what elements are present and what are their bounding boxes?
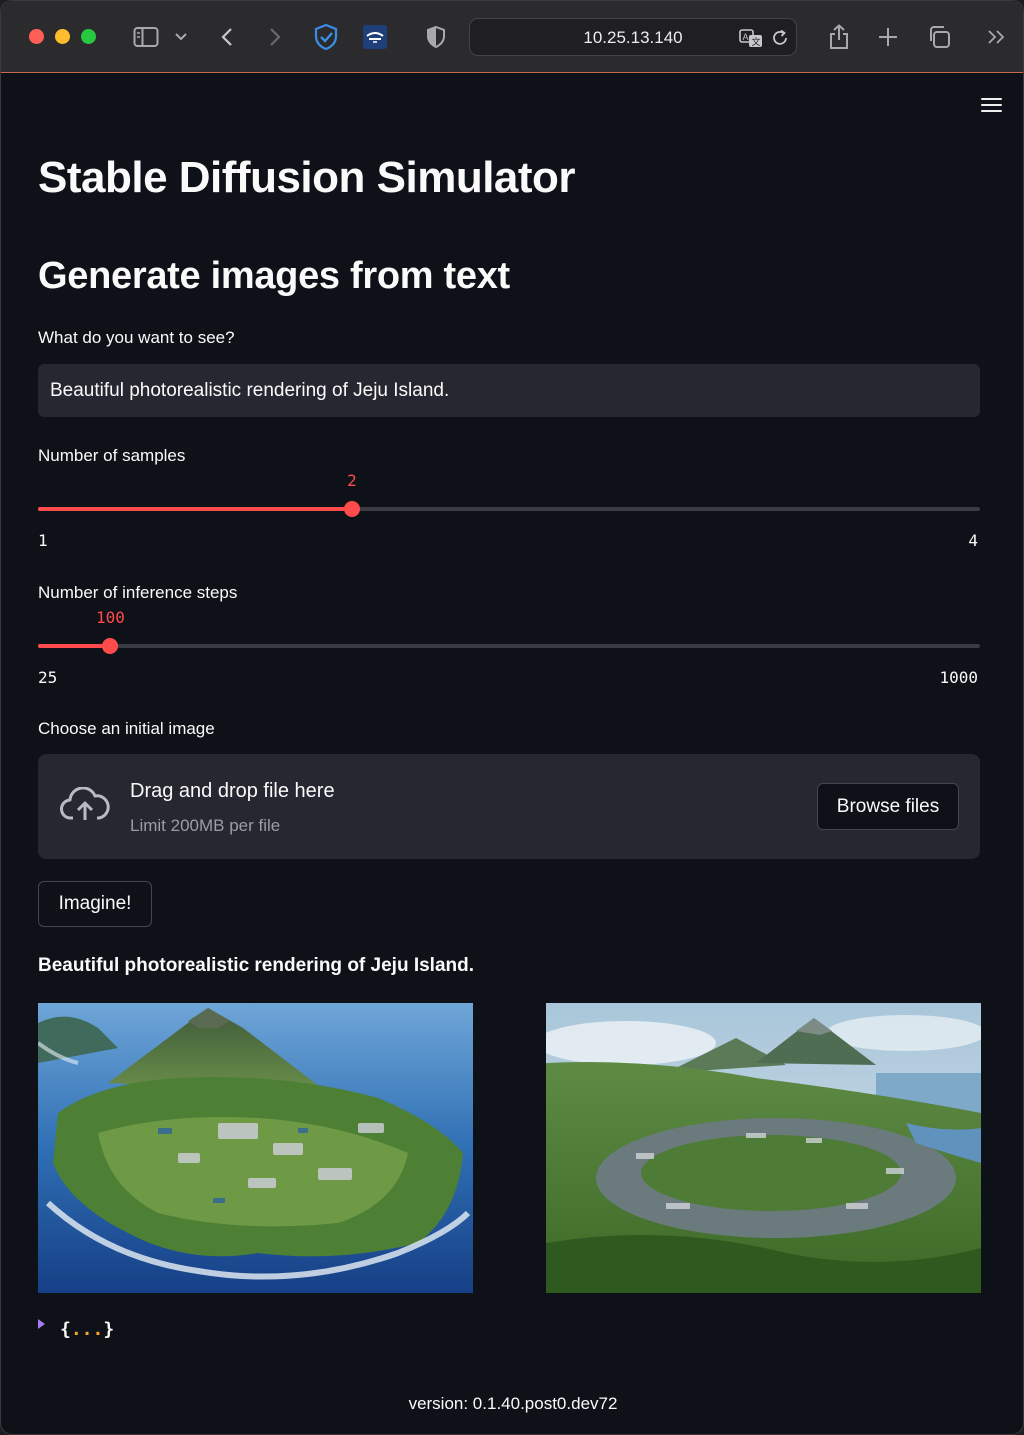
extension-icon[interactable]: [362, 23, 388, 51]
slider-value: 100: [96, 608, 125, 627]
translate-icon[interactable]: A文: [738, 24, 764, 52]
privacy-shield-icon[interactable]: [425, 23, 447, 51]
slider-track: [38, 644, 980, 648]
more-chevrons-icon[interactable]: [985, 23, 1009, 51]
sidebar-toggle-icon[interactable]: [132, 23, 160, 51]
reload-icon[interactable]: [770, 24, 790, 52]
result-caption: Beautiful photorealistic rendering of Je…: [38, 955, 475, 976]
back-arrow-icon[interactable]: [216, 23, 238, 51]
dropzone-title: Drag and drop file here: [130, 780, 335, 802]
json-ellipsis: ...: [70, 1319, 104, 1340]
browse-files-button[interactable]: Browse files: [817, 783, 959, 830]
file-dropzone[interactable]: Drag and drop file here Limit 200MB per …: [38, 754, 980, 859]
minimize-window-button[interactable]: [55, 29, 70, 44]
maximize-window-button[interactable]: [81, 29, 96, 44]
address-bar[interactable]: 10.25.13.140 A文: [469, 18, 797, 56]
samples-max: 4: [968, 531, 978, 550]
svg-text:A: A: [743, 32, 749, 42]
prompt-label: What do you want to see?: [38, 328, 235, 347]
uploader-label: Choose an initial image: [38, 719, 215, 738]
version-footer: version: 0.1.40.post0.dev72: [408, 1394, 618, 1413]
slider-thumb[interactable]: [344, 501, 360, 517]
tab-overview-icon[interactable]: [926, 23, 952, 51]
samples-min: 1: [38, 531, 48, 550]
shield-check-icon[interactable]: [312, 23, 340, 51]
steps-max: 1000: [939, 668, 978, 687]
slider-fill: [38, 507, 352, 511]
browser-window: 10.25.13.140 A文 Stable Diffusion Simulat…: [0, 0, 1024, 1435]
forward-arrow-icon[interactable]: [264, 23, 286, 51]
json-close-brace: }: [103, 1319, 115, 1340]
slider-value: 2: [347, 471, 357, 490]
main-menu-icon[interactable]: [981, 98, 1003, 114]
imagine-button[interactable]: Imagine!: [38, 881, 152, 927]
generated-image-1[interactable]: [38, 1003, 473, 1293]
slider-thumb[interactable]: [102, 638, 119, 654]
expand-caret-icon[interactable]: [38, 1319, 45, 1329]
json-open-brace: {: [60, 1319, 71, 1340]
new-tab-icon[interactable]: [876, 23, 900, 51]
cloud-upload-icon: [60, 786, 110, 828]
samples-label: Number of samples: [38, 446, 186, 465]
prompt-input[interactable]: [38, 364, 980, 417]
slider-fill: [38, 644, 111, 648]
chevron-down-icon[interactable]: [173, 23, 189, 51]
section-heading: Generate images from text: [38, 255, 510, 297]
json-collapsed-text: {...}: [60, 1319, 114, 1340]
page-title: Stable Diffusion Simulator: [38, 153, 576, 202]
steps-slider[interactable]: 100: [38, 608, 980, 658]
steps-label: Number of inference steps: [38, 583, 238, 602]
share-icon[interactable]: [827, 23, 851, 51]
generated-image-2[interactable]: [546, 1003, 981, 1293]
close-window-button[interactable]: [29, 29, 44, 44]
svg-text:文: 文: [752, 36, 761, 47]
dropzone-limit: Limit 200MB per file: [130, 816, 281, 835]
steps-min: 25: [38, 668, 58, 687]
samples-slider[interactable]: 2: [38, 471, 980, 521]
browser-toolbar: 10.25.13.140 A文: [1, 1, 1023, 73]
